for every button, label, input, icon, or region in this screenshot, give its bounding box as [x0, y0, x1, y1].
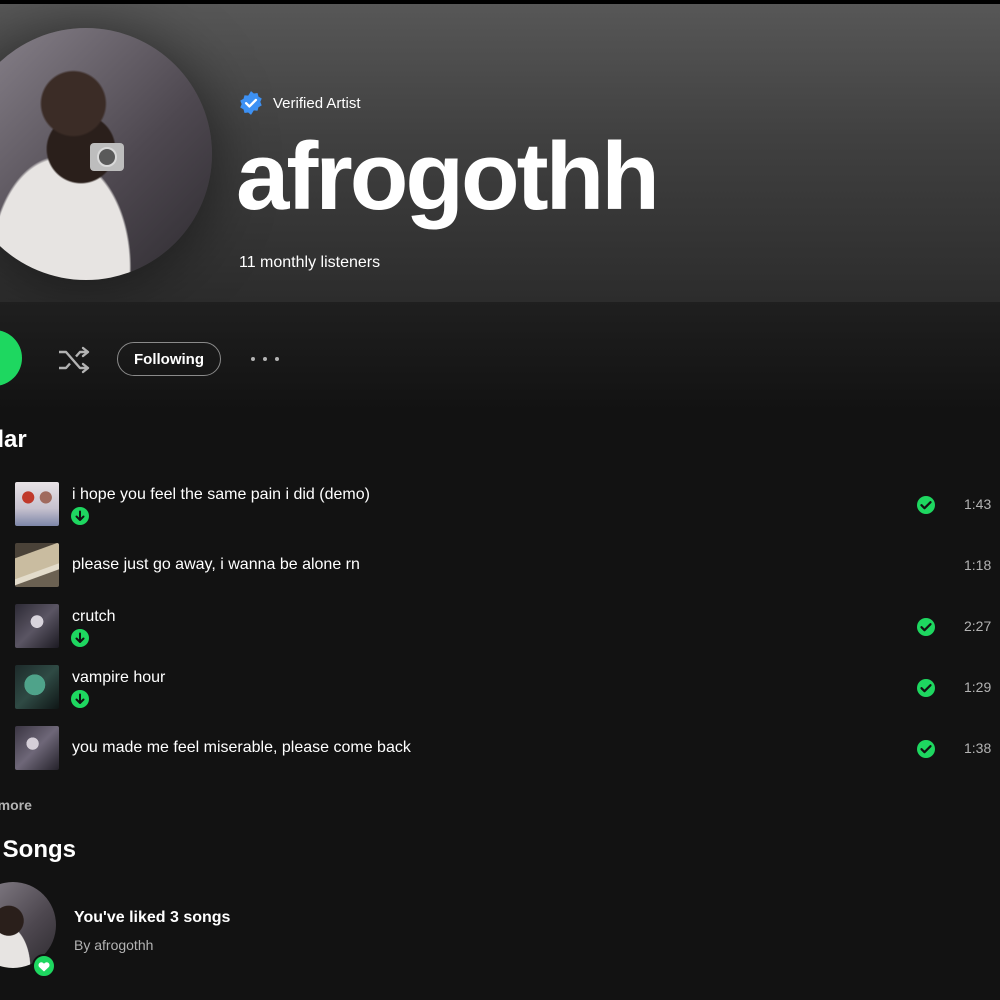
see-more-link[interactable]: e more — [0, 797, 32, 813]
action-bar: Following — [0, 302, 1000, 412]
artist-avatar — [0, 28, 212, 280]
track-duration: 1:18 — [964, 557, 992, 573]
liked-songs-section-title: ed Songs — [0, 836, 77, 863]
avatar-camera-detail — [90, 143, 124, 171]
downloaded-icon — [71, 690, 89, 708]
track-title[interactable]: vampire hour — [72, 669, 165, 687]
track-cover — [15, 604, 59, 648]
verified-check-icon — [240, 91, 262, 115]
verified-badge: Verified Artist — [238, 90, 361, 116]
play-button[interactable] — [0, 330, 22, 386]
following-button[interactable]: Following — [117, 342, 221, 376]
downloaded-icon — [71, 629, 89, 647]
track-duration: 2:27 — [964, 618, 992, 634]
downloaded-icon — [71, 507, 89, 525]
track-title[interactable]: crutch — [72, 608, 116, 626]
track-row[interactable]: you made me feel miserable, please come … — [0, 718, 1000, 779]
track-title[interactable]: please just go away, i wanna be alone rn — [72, 556, 360, 574]
track-title[interactable]: i hope you feel the same pain i did (dem… — [72, 486, 370, 504]
liked-check-icon[interactable] — [916, 617, 936, 637]
liked-check-icon[interactable] — [916, 678, 936, 698]
track-row[interactable]: vampire hour 1:29 — [0, 657, 1000, 718]
artist-header: Verified Artist afrogothh 11 monthly lis… — [0, 4, 1000, 302]
track-cover — [15, 726, 59, 770]
track-row[interactable]: i hope you feel the same pain i did (dem… — [0, 474, 1000, 535]
liked-check-icon[interactable] — [916, 739, 936, 759]
heart-icon — [32, 954, 56, 978]
liked-songs-by: By afrogothh — [74, 937, 154, 953]
monthly-listeners: 11 monthly listeners — [239, 254, 381, 271]
liked-songs-count[interactable]: You've liked 3 songs — [74, 909, 230, 927]
track-cover — [15, 665, 59, 709]
shuffle-icon[interactable] — [56, 344, 92, 376]
track-cover — [15, 482, 59, 526]
liked-check-icon[interactable] — [916, 495, 936, 515]
track-title[interactable]: you made me feel miserable, please come … — [72, 739, 411, 757]
track-duration: 1:38 — [964, 740, 992, 756]
popular-section-title: pular — [0, 426, 27, 453]
track-row[interactable]: please just go away, i wanna be alone rn… — [0, 535, 1000, 596]
track-duration: 1:43 — [964, 496, 992, 512]
popular-track-list: i hope you feel the same pain i did (dem… — [0, 474, 1000, 779]
artist-name: afrogothh — [236, 123, 660, 230]
track-cover — [15, 543, 59, 587]
verified-artist-label: Verified Artist — [273, 94, 361, 112]
track-row[interactable]: crutch 2:27 — [0, 596, 1000, 657]
more-options-icon[interactable] — [249, 349, 281, 369]
track-duration: 1:29 — [964, 679, 992, 695]
